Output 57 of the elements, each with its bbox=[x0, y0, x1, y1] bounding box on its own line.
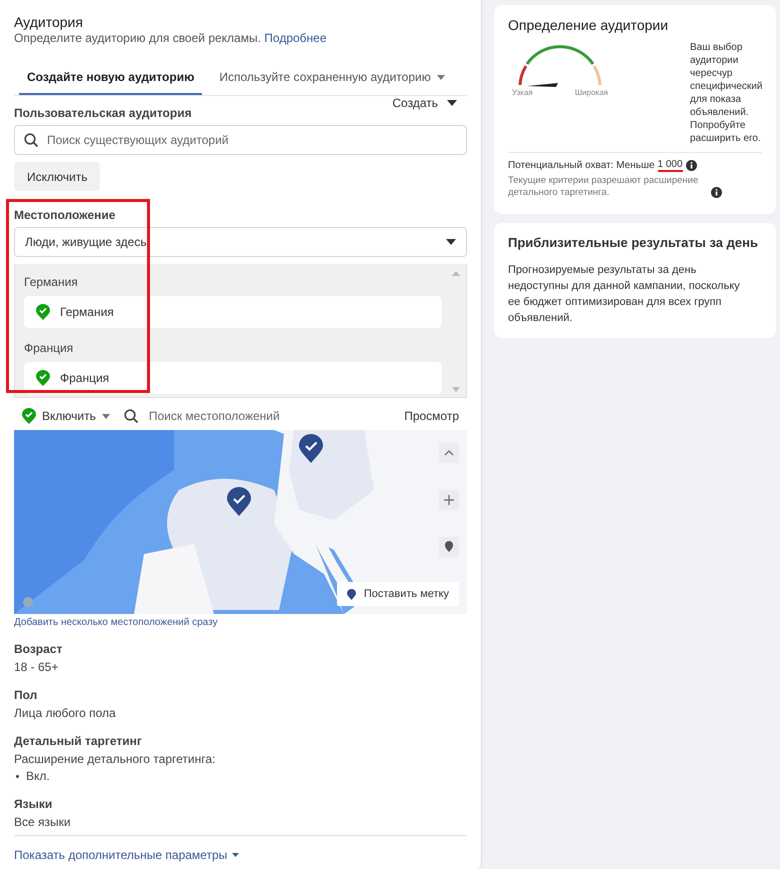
exclude-button[interactable]: Исключить bbox=[14, 162, 100, 191]
card-title: Приблизительные результаты за день bbox=[508, 234, 759, 250]
location-item[interactable]: Германия bbox=[24, 296, 442, 328]
caret-icon bbox=[232, 853, 240, 857]
learn-more-link[interactable]: Подробнее bbox=[264, 31, 327, 45]
location-search-field[interactable]: Поиск местоположений bbox=[146, 408, 390, 424]
search-icon bbox=[24, 133, 39, 148]
caret-icon bbox=[102, 414, 110, 418]
location-item[interactable]: Франция bbox=[24, 362, 442, 394]
gauge-label: Широкая bbox=[574, 88, 608, 97]
more-options-link[interactable]: Показать дополнительные параметры bbox=[14, 848, 467, 862]
card-text: Прогнозируемые результаты за день недоступны для данной кампании, поскольку ее бюджет оптимизирован для всех групп объявлений. bbox=[508, 262, 741, 326]
include-dropdown[interactable]: Включить bbox=[22, 408, 110, 424]
section-title: Аудитория bbox=[14, 14, 84, 30]
field-label: Возраст bbox=[14, 642, 64, 656]
section-subtitle: Определите аудиторию для своей рекламы. bbox=[14, 31, 261, 45]
location-type-dropdown[interactable]: Люди, живущие здесь bbox=[14, 227, 467, 257]
field-label: Детальный таргетинг bbox=[14, 734, 143, 748]
bulk-locations-link[interactable]: Добавить несколько местоположений сразу bbox=[14, 617, 218, 628]
caret-icon bbox=[447, 100, 457, 106]
pin-icon bbox=[22, 408, 36, 424]
field-label: Языки bbox=[14, 797, 54, 811]
caret-icon bbox=[446, 239, 456, 245]
info-icon bbox=[711, 186, 722, 198]
tab[interactable]: Создайте новую аудиторию bbox=[19, 62, 202, 95]
group-label: Германия bbox=[24, 275, 79, 289]
reach-note: Текущие критерии разрешают расширение детального таргетинга. bbox=[508, 175, 700, 200]
search-icon bbox=[124, 408, 139, 424]
browse-link[interactable]: Просмотр bbox=[404, 409, 459, 423]
info-icon bbox=[686, 160, 697, 171]
bullet-icon bbox=[16, 774, 19, 778]
field-label: Местоположение bbox=[14, 208, 116, 222]
pin-icon bbox=[346, 588, 356, 600]
locate-icon bbox=[439, 537, 459, 557]
card-title: Определение аудитории bbox=[508, 17, 670, 33]
scroll-down-icon bbox=[452, 387, 460, 392]
create-button[interactable]: Создать bbox=[392, 96, 467, 114]
tab[interactable]: Используйте сохраненную аудиторию bbox=[211, 62, 453, 95]
field-value: 18 - 65+ bbox=[14, 660, 60, 674]
field-value: Все языки bbox=[14, 815, 72, 829]
drop-pin-button[interactable]: Поставить метку bbox=[336, 582, 459, 606]
reach-label: Потенциальный охват: Меньше bbox=[508, 160, 655, 171]
group-label: Франция bbox=[24, 341, 74, 355]
reach-value: 1 000 bbox=[658, 159, 683, 172]
collapse-icon bbox=[439, 443, 459, 463]
map-pin-icon bbox=[227, 487, 251, 516]
scroll-up-icon bbox=[452, 271, 460, 276]
field-value: Лица любого пола bbox=[14, 706, 117, 720]
gauge-message: Ваш выбор аудитории чересчур специфический для показа объявлений. Попробуйте расширить его. bbox=[690, 41, 762, 145]
field-value: Расширение детального таргетинга: bbox=[14, 752, 216, 766]
zoom-in-icon bbox=[439, 490, 459, 510]
field-label: Пользовательская аудитория bbox=[14, 106, 192, 120]
list-item: Вкл. bbox=[26, 769, 50, 783]
field-label: Пол bbox=[14, 688, 38, 702]
map-pin-icon bbox=[299, 434, 323, 463]
gauge-label: Узкая bbox=[512, 88, 533, 97]
search-field[interactable]: Поиск существующих аудиторий bbox=[14, 125, 467, 155]
